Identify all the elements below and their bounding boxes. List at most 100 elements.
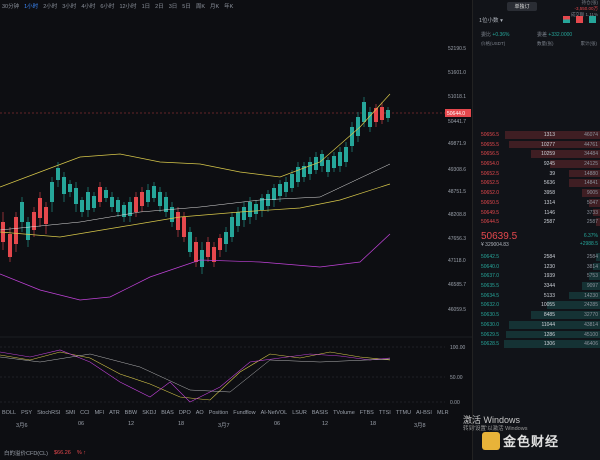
indicator-tab[interactable]: FTBS <box>360 410 374 416</box>
asks-only-icon[interactable] <box>576 16 583 23</box>
candle-up[interactable] <box>110 197 114 207</box>
orderbook-row[interactable]: 50634.5 5133 14230 <box>473 291 600 301</box>
orderbook-row[interactable]: 50654.0 9245 24125 <box>473 159 600 169</box>
timeframe-tab[interactable]: 6小时 <box>100 2 114 10</box>
indicator-tab[interactable]: PSY <box>21 410 32 416</box>
candle-up[interactable] <box>332 156 336 168</box>
indicator-tab[interactable]: AI-BSI <box>416 410 432 416</box>
candle-up[interactable] <box>242 207 246 220</box>
candle-up[interactable] <box>236 212 240 226</box>
candle-down[interactable] <box>32 212 36 230</box>
candle-up[interactable] <box>74 188 78 204</box>
timeframe-tab[interactable]: 1小时 <box>24 2 38 10</box>
candle-up[interactable] <box>50 182 54 202</box>
orderbook-row[interactable]: 50649.5 1146 3733 <box>473 208 600 218</box>
candle-up[interactable] <box>68 184 72 192</box>
candle-up[interactable] <box>122 205 126 217</box>
candle-up[interactable] <box>362 102 366 122</box>
timeframe-tab[interactable]: 年K <box>224 2 233 10</box>
candle-down[interactable] <box>176 212 180 230</box>
orderbook-row[interactable]: 50655.5 10277 44761 <box>473 140 600 150</box>
orderbook-row[interactable]: 50642.5 2584 2584 <box>473 252 600 262</box>
candle-down[interactable] <box>374 108 378 122</box>
candle-up[interactable] <box>62 177 66 194</box>
orderbook-row[interactable]: 50629.5 1286 45100 <box>473 330 600 340</box>
candle-up[interactable] <box>146 190 150 202</box>
orderbook-row[interactable]: 50640.0 1230 3814 <box>473 262 600 272</box>
candle-up[interactable] <box>158 192 162 206</box>
candle-down[interactable] <box>212 247 216 262</box>
timeframe-tab[interactable]: 2日 <box>155 2 164 10</box>
orderbook-row[interactable]: 50630.5 8485 32770 <box>473 310 600 320</box>
timeframe-tab[interactable]: 2小时 <box>43 2 57 10</box>
orderbook-row[interactable]: 50650.5 1314 5047 <box>473 198 600 208</box>
timeframe-tab[interactable]: 3日 <box>169 2 178 10</box>
candle-up[interactable] <box>344 147 348 162</box>
timeframe-tab[interactable]: 3小时 <box>62 2 76 10</box>
candle-down[interactable] <box>44 207 48 224</box>
bids-only-icon[interactable] <box>589 16 596 23</box>
candle-up[interactable] <box>278 184 282 196</box>
candle-up[interactable] <box>356 117 360 136</box>
indicator-tab[interactable]: StochRSI <box>37 410 60 416</box>
timeframe-tab[interactable]: 周K <box>196 2 205 10</box>
indicator-tab[interactable]: AO <box>196 410 204 416</box>
indicator-tab[interactable]: MFI <box>95 410 104 416</box>
indicator-tab[interactable]: BOLL <box>2 410 16 416</box>
candle-up[interactable] <box>116 200 120 212</box>
candle-up[interactable] <box>20 202 24 222</box>
candle-up[interactable] <box>308 162 312 174</box>
indicator-tab[interactable]: MLR <box>437 410 449 416</box>
orderbook-row[interactable]: 50628.5 1306 46406 <box>473 339 600 349</box>
indicator-tab[interactable]: BIAS <box>161 410 174 416</box>
orderbook-row[interactable]: 50652.5 5636 14841 <box>473 178 600 188</box>
orderbook-row[interactable]: 50656.5 10259 34484 <box>473 149 600 159</box>
candle-down[interactable] <box>134 197 138 212</box>
orderbook-row[interactable]: 50652.0 3958 9005 <box>473 188 600 198</box>
orderbook-row[interactable]: 50637.0 1939 5753 <box>473 271 600 281</box>
indicator-tab[interactable]: TTSI <box>379 410 391 416</box>
indicator-tab[interactable]: LSUR <box>292 410 307 416</box>
timeframe-tab[interactable]: 30分钟 <box>2 2 19 10</box>
candle-up[interactable] <box>86 192 90 210</box>
candle-up[interactable] <box>254 204 258 214</box>
candle-down[interactable] <box>98 187 102 202</box>
indicator-tab[interactable]: Position <box>209 410 229 416</box>
candle-up[interactable] <box>296 167 300 182</box>
orderbook-row[interactable]: 50635.5 3344 9097 <box>473 281 600 291</box>
candle-down[interactable] <box>380 107 384 120</box>
timeframe-tab[interactable]: 12小时 <box>119 2 136 10</box>
candle-down[interactable] <box>14 217 18 244</box>
candle-up[interactable] <box>248 202 252 217</box>
chart-svg[interactable]: 52190.5 51601.0 51018.1 50644.0 50441.7 49871… <box>0 12 472 408</box>
candle-up[interactable] <box>326 160 330 172</box>
candle-up[interactable] <box>272 188 276 200</box>
orderbook-tab[interactable]: 单独订 <box>507 2 537 11</box>
indicator-tab[interactable]: Fundflow <box>233 410 255 416</box>
indicator-tab[interactable]: AI-NetVOL <box>261 410 288 416</box>
indicator-tab[interactable]: CCI <box>80 410 89 416</box>
candle-up[interactable] <box>26 222 30 240</box>
orderbook-row[interactable]: 50644.5 2587 2587 <box>473 217 600 227</box>
indicator-tab[interactable]: ATR <box>109 410 120 416</box>
indicator-tab[interactable]: TVolume <box>333 410 355 416</box>
candle-up[interactable] <box>386 110 390 118</box>
candle-up[interactable] <box>104 190 108 198</box>
candle-up[interactable] <box>152 186 156 198</box>
candle-down[interactable] <box>38 198 42 218</box>
candle-up[interactable] <box>188 232 192 252</box>
candle-up[interactable] <box>56 168 60 180</box>
both-sides-icon[interactable] <box>563 16 570 23</box>
candle-down[interactable] <box>218 238 222 250</box>
timeframe-tab[interactable]: 1日 <box>142 2 151 10</box>
candle-down[interactable] <box>182 217 186 237</box>
candle-down[interactable] <box>194 242 198 262</box>
candle-up[interactable] <box>80 200 84 212</box>
indicator-tab[interactable]: BBW <box>125 410 138 416</box>
kline-chart[interactable]: 52190.5 51601.0 51018.1 50644.0 50441.7 49871… <box>0 12 472 408</box>
candle-up[interactable] <box>290 174 294 188</box>
indicator-tab[interactable]: DPO <box>179 410 191 416</box>
candle-up[interactable] <box>266 194 270 206</box>
timeframe-tab[interactable]: 5日 <box>182 2 191 10</box>
candle-up[interactable] <box>230 217 234 237</box>
